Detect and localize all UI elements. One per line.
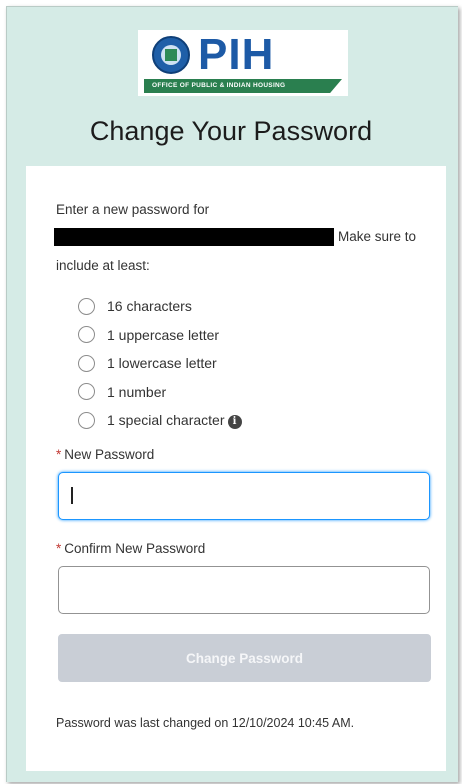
required-marker: * bbox=[56, 447, 62, 462]
required-marker: * bbox=[56, 541, 62, 556]
confirm-password-label-text: Confirm New Password bbox=[64, 541, 206, 556]
change-password-button[interactable]: Change Password bbox=[58, 634, 431, 682]
info-icon[interactable]: i bbox=[227, 414, 242, 429]
requirement-item: 1 lowercase letter bbox=[78, 349, 418, 378]
radio-circle-icon bbox=[78, 383, 95, 401]
new-password-label: * New Password bbox=[56, 447, 154, 462]
password-requirements: 16 characters 1 uppercase letter 1 lower… bbox=[78, 292, 418, 435]
instruction-line-3: include at least: bbox=[56, 258, 150, 273]
hud-seal-icon bbox=[152, 36, 190, 74]
password-card: Enter a new password for Make sure to in… bbox=[26, 166, 446, 771]
radio-circle-icon bbox=[78, 411, 95, 429]
radio-circle-icon bbox=[78, 354, 95, 372]
requirement-label: 1 special character bbox=[107, 412, 225, 429]
new-password-input[interactable] bbox=[58, 472, 430, 520]
page-title: Change Your Password bbox=[89, 116, 373, 146]
logo-tagline: OFFICE OF PUBLIC & INDIAN HOUSING bbox=[152, 82, 286, 89]
requirement-label: 16 characters bbox=[107, 298, 192, 315]
radio-circle-icon bbox=[78, 326, 95, 344]
confirm-password-label: * Confirm New Password bbox=[56, 541, 205, 556]
instruction-line-1: Enter a new password for bbox=[56, 202, 210, 217]
requirement-item: 1 number bbox=[78, 378, 418, 407]
requirement-item: 1 uppercase letter bbox=[78, 321, 418, 350]
redacted-username bbox=[54, 228, 334, 246]
pih-logo: PIH OFFICE OF PUBLIC & INDIAN HOUSING bbox=[138, 30, 348, 96]
confirm-password-input[interactable] bbox=[58, 566, 430, 614]
last-changed-text: Password was last changed on 12/10/2024 … bbox=[56, 716, 355, 730]
logo-wordmark: PIH bbox=[198, 30, 275, 79]
new-password-label-text: New Password bbox=[64, 447, 155, 462]
requirement-label: 1 uppercase letter bbox=[107, 326, 220, 343]
requirement-label: 1 number bbox=[107, 383, 167, 400]
requirement-item: 1 special character i bbox=[78, 406, 418, 435]
text-cursor bbox=[71, 487, 73, 504]
instruction-line-2: Make sure to bbox=[338, 229, 417, 244]
radio-circle-icon bbox=[78, 297, 95, 315]
requirement-item: 16 characters bbox=[78, 292, 418, 321]
requirement-label: 1 lowercase letter bbox=[107, 355, 217, 372]
